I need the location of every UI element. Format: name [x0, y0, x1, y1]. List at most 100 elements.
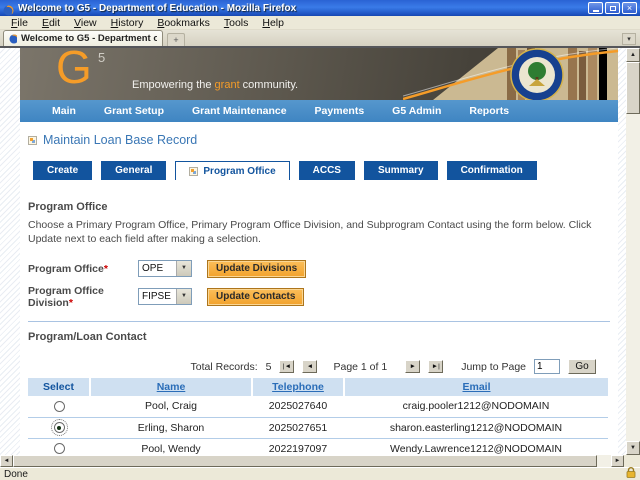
contact-name: Erling, Sharon [90, 417, 252, 439]
first-page-button[interactable]: |◄ [279, 360, 295, 373]
total-records-label: Total Records: [190, 360, 258, 373]
g5-banner: G 5 Empowering the grant community. [20, 48, 618, 100]
status-bar: Done [0, 467, 640, 480]
record-tabs: Create General Program Office ACCS Summary Co… [28, 161, 610, 180]
tab-label: ACCS [312, 165, 341, 176]
update-contacts-button[interactable]: Update Contacts [207, 287, 305, 306]
restore-button[interactable] [605, 2, 620, 14]
select-radio[interactable] [53, 400, 65, 412]
menu-help[interactable]: Help [255, 17, 291, 29]
contact-email: sharon.easterling1212@NODOMAIN [344, 417, 608, 439]
tab-label: Create [47, 165, 79, 176]
last-page-button[interactable]: ►| [428, 360, 444, 373]
vertical-scrollbar[interactable]: ▲ ▼ [626, 48, 640, 455]
tab-bar: Welcome to G5 - Department of Edu... + ▾ [0, 30, 640, 46]
contact-email: craig.pooler1212@NODOMAIN [344, 396, 608, 418]
titlebar[interactable]: Welcome to G5 - Department of Education … [0, 0, 640, 16]
program-office-row: Program Office* OPE ▼ Update Divisions [28, 259, 610, 278]
menu-tools[interactable]: Tools [217, 17, 256, 29]
scrollbar-corner [624, 455, 640, 467]
doe-seal [510, 48, 564, 100]
menu-history[interactable]: History [104, 17, 151, 29]
scroll-up-button[interactable]: ▲ [626, 48, 640, 62]
page-heading: Maintain Loan Base Record [28, 133, 610, 147]
browser-tab-title: Welcome to G5 - Department of Edu... [21, 33, 157, 44]
horizontal-scrollbar[interactable]: ◄ ► [0, 455, 624, 467]
program-office-label: Program Office* [28, 262, 108, 275]
contact-telephone: 2022197097 [252, 438, 344, 455]
main-nav: Main Grant Setup Grant Maintenance Payments… [20, 100, 618, 122]
tab-list-dropdown-button[interactable]: ▾ [622, 33, 636, 45]
nav-grant-maintenance[interactable]: Grant Maintenance [178, 105, 301, 117]
nav-reports[interactable]: Reports [455, 105, 523, 117]
column-header-name[interactable]: Name [90, 378, 253, 396]
g5-logo: G [56, 48, 92, 93]
status-text: Done [4, 468, 28, 480]
contacts-table: Select Name Telephone Email Pool, Craig 2025… [28, 378, 608, 455]
tab-favicon [9, 33, 18, 44]
nav-g5-admin[interactable]: G5 Admin [378, 105, 455, 117]
select-radio[interactable] [53, 443, 65, 455]
next-page-button[interactable]: ► [405, 360, 421, 373]
program-office-division-label: Program Office Division* [28, 284, 104, 309]
nav-grant-setup[interactable]: Grant Setup [90, 105, 178, 117]
browser-window: Welcome to G5 - Department of Education … [0, 0, 640, 480]
lock-icon [626, 467, 636, 480]
chevron-down-icon[interactable]: ▼ [176, 289, 191, 304]
jump-to-page-input[interactable] [534, 359, 560, 374]
menu-edit[interactable]: Edit [35, 17, 67, 29]
tab-general[interactable]: General [101, 161, 167, 180]
contact-telephone: 2025027651 [252, 417, 344, 439]
table-row: Erling, Sharon 2025027651 sharon.easterlin… [28, 417, 608, 439]
tab-label: General [115, 165, 153, 176]
section-title: Program Office [28, 201, 108, 213]
chevron-down-icon[interactable]: ▼ [176, 261, 191, 276]
close-button[interactable]: × [622, 2, 637, 14]
g5-logo-5: 5 [98, 50, 106, 65]
column-header-select: Select [28, 378, 91, 396]
tab-create[interactable]: Create [33, 161, 93, 180]
contact-telephone: 2025027640 [252, 396, 344, 418]
menubar: File Edit View History Bookmarks Tools Help [0, 16, 640, 30]
contact-name: Pool, Wendy [90, 438, 252, 455]
program-office-division-select[interactable]: FIPSE ▼ [138, 288, 192, 305]
prev-page-button[interactable]: ◄ [302, 360, 318, 373]
program-office-select[interactable]: OPE ▼ [138, 260, 192, 277]
new-tab-button[interactable]: + [167, 33, 185, 46]
menu-file[interactable]: File [4, 17, 35, 29]
banner-tagline: Empowering the grant community. [132, 79, 299, 91]
total-records-value: 5 [265, 360, 272, 373]
browser-tab[interactable]: Welcome to G5 - Department of Edu... [3, 30, 163, 46]
contact-section-title: Program/Loan Contact [28, 331, 147, 343]
placeholder-image-icon [28, 135, 37, 145]
vertical-scroll-thumb[interactable] [626, 62, 640, 114]
column-header-email[interactable]: Email [344, 378, 608, 396]
scroll-down-button[interactable]: ▼ [626, 441, 640, 455]
nav-payments[interactable]: Payments [301, 105, 379, 117]
select-radio[interactable] [50, 419, 68, 437]
scroll-right-button[interactable]: ► [611, 455, 624, 467]
update-divisions-button[interactable]: Update Divisions [207, 259, 307, 278]
table-header-row: Select Name Telephone Email [28, 378, 608, 396]
tab-summary[interactable]: Summary [363, 161, 438, 180]
program-office-division-row: Program Office Division* FIPSE ▼ Update … [28, 284, 610, 309]
tab-label: Program Office [203, 165, 276, 177]
scroll-left-button[interactable]: ◄ [0, 455, 13, 467]
window-title: Welcome to G5 - Department of Education … [18, 2, 297, 14]
horizontal-scroll-thumb[interactable] [13, 455, 597, 467]
tab-confirmation[interactable]: Confirmation [446, 161, 537, 180]
go-button[interactable]: Go [568, 359, 596, 374]
firefox-icon [3, 3, 14, 15]
tab-label: Summary [377, 165, 424, 176]
menu-bookmarks[interactable]: Bookmarks [150, 17, 217, 29]
minimize-button[interactable] [588, 2, 603, 14]
page-viewport: G 5 Empowering the grant community. Main… [0, 48, 626, 455]
nav-main[interactable]: Main [38, 105, 90, 117]
table-row: Pool, Craig 2025027640 craig.pooler1212@NO… [28, 396, 608, 418]
menu-view[interactable]: View [67, 17, 104, 29]
tab-accs[interactable]: ACCS [298, 161, 355, 180]
tab-program-office[interactable]: Program Office [175, 161, 290, 180]
table-row: Pool, Wendy 2022197097 Wendy.Lawrence1212@… [28, 438, 608, 455]
page-indicator: Page 1 of 1 [333, 360, 388, 373]
column-header-telephone[interactable]: Telephone [252, 378, 345, 396]
